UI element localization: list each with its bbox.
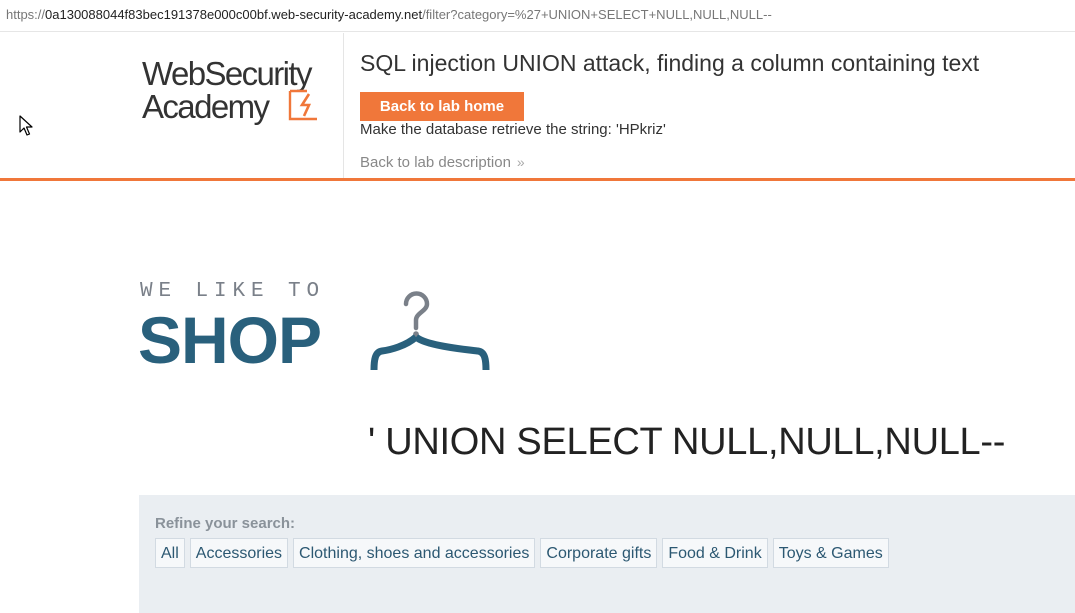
mouse-pointer-icon bbox=[19, 115, 33, 142]
shop-tagline: WE LIKE TO bbox=[140, 280, 326, 303]
clothes-hanger-icon bbox=[370, 284, 492, 379]
filter-clothing-shoes-accessories[interactable]: Clothing, shoes and accessories bbox=[293, 538, 536, 568]
header-divider bbox=[343, 33, 344, 178]
web-security-academy-logo[interactable]: WebSecurity Academy bbox=[142, 53, 342, 133]
back-to-lab-description-link[interactable]: Back to lab description » bbox=[360, 154, 525, 171]
filter-accessories[interactable]: Accessories bbox=[189, 538, 289, 568]
url-text[interactable]: https://0a130088044f83bec191378e000c00bf… bbox=[6, 7, 772, 22]
double-chevron-right-icon: » bbox=[516, 154, 525, 170]
lab-title: SQL injection UNION attack, finding a co… bbox=[360, 50, 980, 76]
filter-panel: Refine your search: All Accessories Clot… bbox=[139, 495, 1075, 613]
academy-lab-header: WebSecurity Academy SQL injection UNION … bbox=[0, 33, 1075, 181]
logo-line-2: Academy bbox=[142, 88, 270, 125]
category-filters: All Accessories Clothing, shoes and acce… bbox=[155, 538, 889, 568]
shop-logo[interactable]: WE LIKE TO SHOP bbox=[138, 280, 498, 380]
back-to-lab-description-label: Back to lab description bbox=[360, 154, 511, 171]
search-term-heading: ' UNION SELECT NULL,NULL,NULL-- bbox=[368, 421, 1006, 463]
filter-toys-games[interactable]: Toys & Games bbox=[772, 538, 889, 568]
logo-line-1: WebSecurity bbox=[142, 55, 312, 92]
filter-food-drink[interactable]: Food & Drink bbox=[662, 538, 768, 568]
filter-corporate-gifts[interactable]: Corporate gifts bbox=[540, 538, 658, 568]
lab-objective-text: Make the database retrieve the string: '… bbox=[360, 121, 666, 138]
filter-all[interactable]: All bbox=[155, 538, 185, 568]
shop-brand: SHOP bbox=[138, 303, 322, 377]
url-scheme: https:// bbox=[6, 7, 46, 22]
url-path: /filter?category=%27+UNION+SELECT+NULL,N… bbox=[422, 7, 772, 22]
back-to-lab-home-button[interactable]: Back to lab home bbox=[360, 92, 524, 121]
lightning-bolt-icon bbox=[287, 89, 323, 126]
url-host: 0a130088044f83bec191378e000c00bf.web-sec… bbox=[45, 7, 423, 22]
refine-search-label: Refine your search: bbox=[155, 515, 296, 532]
address-bar[interactable]: https://0a130088044f83bec191378e000c00bf… bbox=[0, 0, 1075, 32]
